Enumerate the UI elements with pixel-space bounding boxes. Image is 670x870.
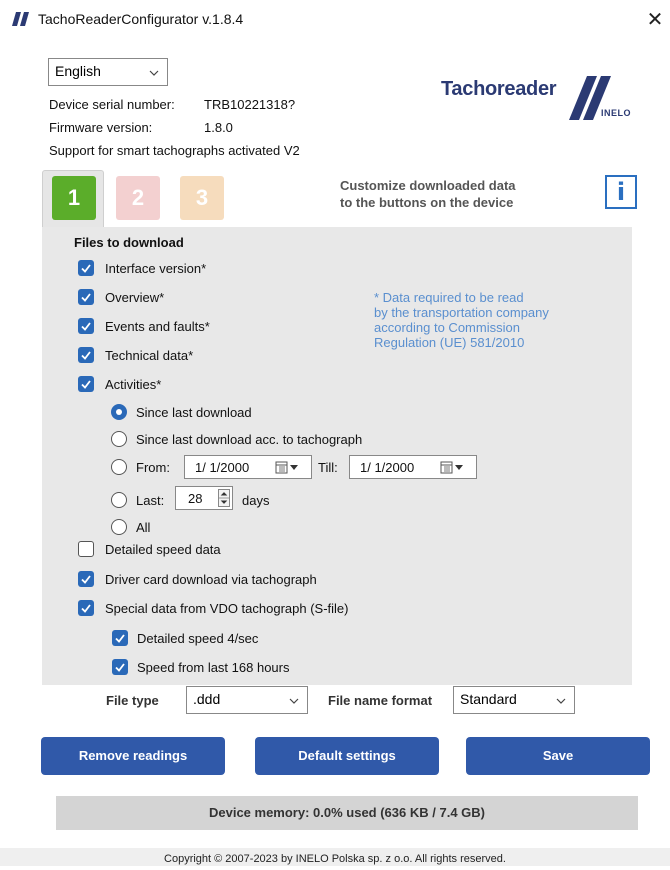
- logo-name: Tachoreader: [441, 78, 557, 100]
- label-interface-version: Interface version*: [105, 261, 207, 276]
- check-icon: [81, 575, 91, 584]
- check-icon: [81, 293, 91, 302]
- file-name-format-select[interactable]: Standard: [453, 686, 575, 714]
- chevron-down-icon: [149, 70, 159, 76]
- device-memory-status: Device memory: 0.0% used (636 KB / 7.4 G…: [56, 796, 638, 830]
- firmware-value: 1.8.0: [204, 120, 233, 135]
- from-date-value: 1/ 1/2000: [195, 460, 250, 475]
- window-title: TachoReaderConfigurator v.1.8.4: [38, 11, 244, 27]
- radio-last-days[interactable]: [111, 492, 127, 508]
- calendar-dropdown-icon: [440, 461, 463, 474]
- label-events-faults: Events and faults*: [105, 319, 210, 334]
- remove-readings-button[interactable]: Remove readings: [41, 737, 225, 775]
- label-last: Last:: [136, 493, 165, 508]
- serial-number-label: Device serial number:: [49, 97, 175, 112]
- required-data-note: * Data required to be read by the transp…: [374, 290, 604, 350]
- radio-since-last-download-tachograph[interactable]: [111, 431, 127, 447]
- check-icon: [81, 351, 91, 360]
- label-since-last-download: Since last download: [136, 405, 252, 420]
- checkbox-speed-168h[interactable]: [112, 659, 128, 675]
- save-button[interactable]: Save: [466, 737, 650, 775]
- radio-from-range[interactable]: [111, 459, 127, 475]
- file-type-select[interactable]: .ddd: [186, 686, 308, 714]
- tachoreader-logo: Tachoreader INELO: [441, 74, 631, 134]
- language-select[interactable]: English: [48, 58, 168, 86]
- file-name-format-value: Standard: [460, 691, 517, 707]
- spin-arrows-icon[interactable]: [218, 489, 230, 507]
- label-all: All: [136, 520, 151, 535]
- label-detailed-speed-4sec: Detailed speed 4/sec: [137, 631, 259, 646]
- checkbox-detailed-speed-data[interactable]: [78, 541, 94, 557]
- serial-number-value: TRB10221318?: [204, 97, 296, 112]
- till-date-picker[interactable]: 1/ 1/2000: [349, 455, 477, 479]
- calendar-dropdown-icon: [275, 461, 298, 474]
- chevron-down-icon: [556, 698, 566, 704]
- last-days-stepper[interactable]: 28: [175, 486, 233, 510]
- app-logo-icon: [12, 12, 29, 26]
- tab-3[interactable]: 3: [180, 176, 224, 220]
- label-vdo-sfile: Special data from VDO tachograph (S-file…: [105, 601, 349, 616]
- checkbox-detailed-speed-4sec[interactable]: [112, 630, 128, 646]
- file-type-value: .ddd: [193, 691, 221, 707]
- check-icon: [81, 322, 91, 331]
- copyright-footer: Copyright © 2007-2023 by INELO Polska sp…: [0, 848, 670, 866]
- checkbox-events-faults[interactable]: [78, 318, 94, 334]
- label-from: From:: [136, 460, 170, 475]
- logo-sub: INELO: [601, 108, 632, 118]
- check-icon: [81, 264, 91, 273]
- radio-all[interactable]: [111, 519, 127, 535]
- label-activities: Activities*: [105, 377, 162, 392]
- label-technical-data: Technical data*: [105, 348, 194, 363]
- label-days: days: [242, 493, 270, 508]
- radio-since-last-download[interactable]: [111, 404, 127, 420]
- label-overview: Overview*: [105, 290, 165, 305]
- close-button[interactable]: ✕: [640, 6, 670, 34]
- chevron-down-icon: [289, 698, 299, 704]
- check-icon: [115, 634, 125, 643]
- checkbox-driver-card-download[interactable]: [78, 571, 94, 587]
- tab-2[interactable]: 2: [116, 176, 160, 220]
- label-till: Till:: [318, 460, 338, 475]
- smart-tachograph-support: Support for smart tachographs activated …: [49, 143, 300, 158]
- tab-hint-line-1: Customize downloaded data: [340, 178, 516, 193]
- check-icon: [81, 604, 91, 613]
- label-since-last-download-tachograph: Since last download acc. to tachograph: [136, 432, 363, 447]
- required-note-line: Regulation (UE) 581/2010: [374, 335, 525, 350]
- file-name-format-label: File name format: [328, 693, 433, 708]
- required-note-line: according to Commission: [374, 320, 520, 335]
- check-icon: [115, 663, 125, 672]
- from-date-picker[interactable]: 1/ 1/2000: [184, 455, 312, 479]
- check-icon: [81, 380, 91, 389]
- till-date-value: 1/ 1/2000: [360, 460, 415, 475]
- checkbox-overview[interactable]: [78, 289, 94, 305]
- required-note-line: by the transportation company: [374, 305, 549, 320]
- language-select-value: English: [55, 63, 101, 79]
- file-type-label: File type: [106, 693, 159, 708]
- tab-hint: Customize downloaded data to the buttons…: [340, 177, 570, 211]
- tab-1[interactable]: 1: [52, 176, 96, 220]
- checkbox-technical-data[interactable]: [78, 347, 94, 363]
- default-settings-button[interactable]: Default settings: [255, 737, 439, 775]
- files-heading: Files to download: [74, 235, 184, 250]
- label-detailed-speed-data: Detailed speed data: [105, 542, 221, 557]
- checkbox-activities[interactable]: [78, 376, 94, 392]
- label-speed-168h: Speed from last 168 hours: [137, 660, 290, 675]
- required-note-line: * Data required to be read: [374, 290, 524, 305]
- tab-hint-line-2: to the buttons on the device: [340, 195, 514, 210]
- checkbox-interface-version[interactable]: [78, 260, 94, 276]
- last-days-value: 28: [188, 491, 203, 506]
- info-icon[interactable]: i: [605, 175, 637, 209]
- firmware-label: Firmware version:: [49, 120, 153, 135]
- label-driver-card-download: Driver card download via tachograph: [105, 572, 317, 587]
- checkbox-vdo-sfile[interactable]: [78, 600, 94, 616]
